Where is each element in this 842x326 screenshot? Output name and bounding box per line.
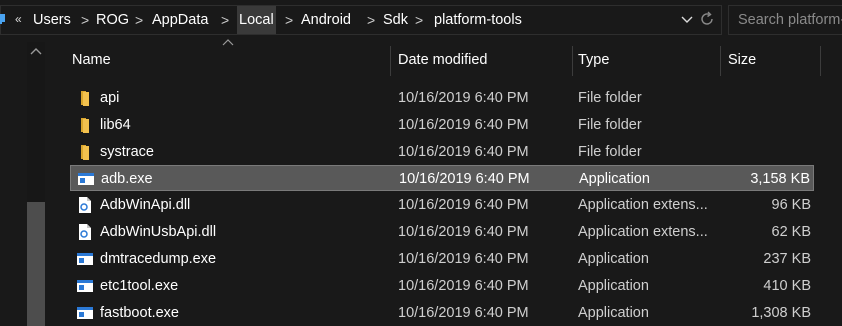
column-header-name[interactable]: Name bbox=[72, 46, 111, 76]
column-divider[interactable] bbox=[572, 46, 573, 76]
overflow-chevron[interactable]: « bbox=[15, 12, 22, 26]
file-date: 10/16/2019 6:40 PM bbox=[398, 278, 529, 294]
list-item[interactable]: api 10/16/2019 6:40 PM File folder bbox=[70, 85, 814, 111]
file-name: adb.exe bbox=[101, 171, 153, 187]
file-type: File folder bbox=[578, 90, 642, 106]
refresh-icon[interactable] bbox=[699, 11, 715, 27]
search-input[interactable]: Search platform-tools bbox=[728, 5, 842, 35]
list-item[interactable]: systrace 10/16/2019 6:40 PM File folder bbox=[70, 139, 814, 165]
file-date: 10/16/2019 6:40 PM bbox=[398, 90, 529, 106]
dll-icon bbox=[79, 224, 91, 240]
file-date: 10/16/2019 6:40 PM bbox=[399, 171, 530, 187]
chevron-down-icon[interactable] bbox=[681, 11, 693, 27]
file-date: 10/16/2019 6:40 PM bbox=[398, 305, 529, 321]
file-type: File folder bbox=[578, 144, 642, 160]
file-name: AdbWinApi.dll bbox=[100, 197, 191, 213]
column-header-type[interactable]: Type bbox=[578, 46, 609, 76]
application-icon bbox=[77, 253, 93, 265]
file-type: Application bbox=[578, 278, 649, 294]
file-type: File folder bbox=[578, 117, 642, 133]
breadcrumb-rog[interactable]: ROG bbox=[96, 6, 129, 34]
file-size: 410 KB bbox=[763, 278, 811, 294]
application-icon bbox=[77, 307, 93, 319]
file-date: 10/16/2019 6:40 PM bbox=[398, 197, 529, 213]
column-divider[interactable] bbox=[390, 46, 391, 76]
sort-ascending-icon bbox=[222, 39, 234, 46]
list-item[interactable]: AdbWinUsbApi.dll 10/16/2019 6:40 PM Appl… bbox=[70, 219, 814, 245]
list-item[interactable]: lib64 10/16/2019 6:40 PM File folder bbox=[70, 112, 814, 138]
file-date: 10/16/2019 6:40 PM bbox=[398, 144, 529, 160]
breadcrumb-separator[interactable]: > bbox=[367, 6, 375, 34]
address-bar[interactable]: « Users > ROG > AppData > Local > Androi… bbox=[0, 5, 722, 35]
location-icon bbox=[0, 14, 5, 24]
breadcrumb-separator[interactable]: > bbox=[221, 6, 229, 34]
folder-icon bbox=[81, 91, 89, 106]
breadcrumb-local[interactable]: Local bbox=[237, 6, 276, 34]
breadcrumb-android[interactable]: Android bbox=[301, 6, 351, 34]
file-date: 10/16/2019 6:40 PM bbox=[398, 224, 529, 240]
file-name: systrace bbox=[100, 144, 154, 160]
column-divider[interactable] bbox=[720, 46, 721, 76]
list-item[interactable]: fastboot.exe 10/16/2019 6:40 PM Applicat… bbox=[70, 300, 814, 326]
file-name: AdbWinUsbApi.dll bbox=[100, 224, 217, 240]
file-size: 3,158 KB bbox=[750, 171, 810, 187]
folder-icon bbox=[81, 145, 89, 160]
file-size: 96 KB bbox=[771, 197, 812, 213]
breadcrumb-sdk[interactable]: Sdk bbox=[383, 6, 408, 34]
navigation-scrollbar[interactable] bbox=[27, 42, 45, 326]
file-type: Application bbox=[579, 171, 650, 187]
file-name: lib64 bbox=[100, 117, 131, 133]
file-type: Application extens... bbox=[578, 224, 708, 240]
breadcrumb-appdata[interactable]: AppData bbox=[152, 6, 208, 34]
scrollbar-thumb[interactable] bbox=[27, 202, 45, 326]
file-size: 62 KB bbox=[771, 224, 812, 240]
list-item[interactable]: dmtracedump.exe 10/16/2019 6:40 PM Appli… bbox=[70, 246, 814, 272]
breadcrumb-platform-tools[interactable]: platform-tools bbox=[434, 6, 522, 34]
folder-icon bbox=[81, 118, 89, 133]
breadcrumb-users[interactable]: Users bbox=[33, 6, 71, 34]
application-icon bbox=[78, 173, 94, 185]
file-type: Application extens... bbox=[578, 197, 708, 213]
file-name: api bbox=[100, 90, 120, 106]
file-date: 10/16/2019 6:40 PM bbox=[398, 251, 529, 267]
list-item[interactable]: AdbWinApi.dll 10/16/2019 6:40 PM Applica… bbox=[70, 192, 814, 218]
file-type: Application bbox=[578, 251, 649, 267]
file-size: 237 KB bbox=[763, 251, 811, 267]
file-date: 10/16/2019 6:40 PM bbox=[398, 117, 529, 133]
list-item[interactable]: etc1tool.exe 10/16/2019 6:40 PM Applicat… bbox=[70, 273, 814, 299]
scroll-up-icon[interactable] bbox=[30, 46, 42, 56]
breadcrumb-separator[interactable]: > bbox=[415, 6, 423, 34]
application-icon bbox=[77, 280, 93, 292]
column-header-date-modified[interactable]: Date modified bbox=[398, 46, 487, 76]
file-name: etc1tool.exe bbox=[100, 278, 179, 294]
dll-icon bbox=[79, 197, 91, 213]
file-name: fastboot.exe bbox=[100, 305, 179, 321]
breadcrumb-separator[interactable]: > bbox=[135, 6, 143, 34]
file-type: Application bbox=[578, 305, 649, 321]
list-item-selected[interactable]: adb.exe 10/16/2019 6:40 PM Application 3… bbox=[70, 165, 814, 191]
column-header-size[interactable]: Size bbox=[728, 46, 756, 76]
column-divider[interactable] bbox=[820, 46, 821, 76]
file-name: dmtracedump.exe bbox=[100, 251, 217, 267]
breadcrumb-separator[interactable]: > bbox=[81, 6, 89, 34]
breadcrumb-separator[interactable]: > bbox=[285, 6, 293, 34]
file-size: 1,308 KB bbox=[751, 305, 811, 321]
